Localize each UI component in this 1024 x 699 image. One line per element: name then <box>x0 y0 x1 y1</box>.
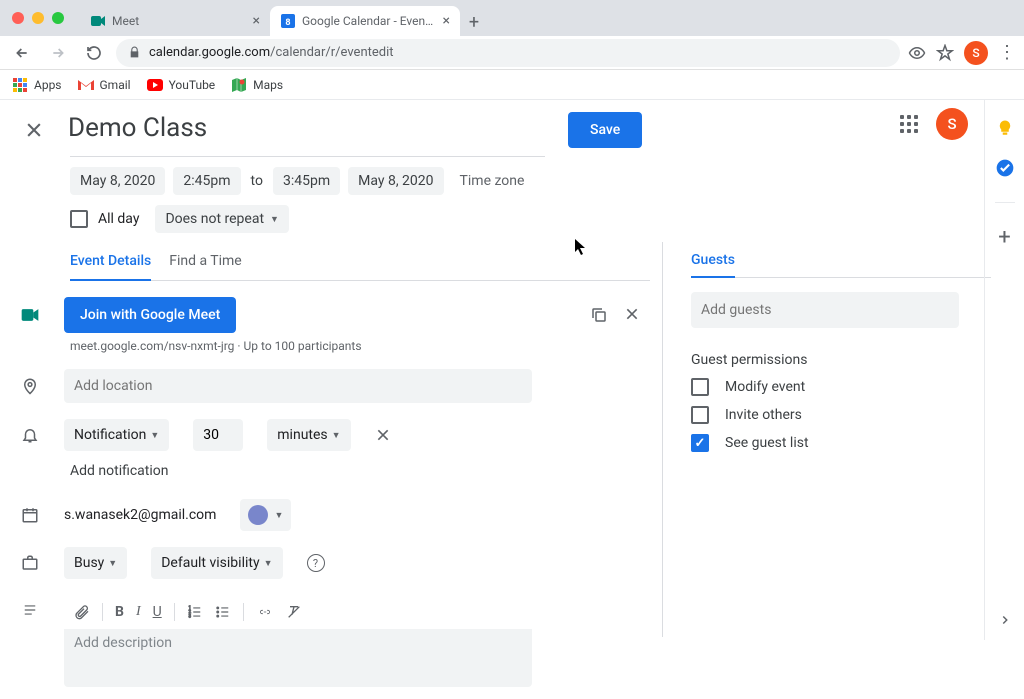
color-swatch <box>248 505 268 525</box>
tab-find-a-time[interactable]: Find a Time <box>169 253 242 280</box>
lock-icon <box>128 46 141 59</box>
maps-icon <box>231 77 247 93</box>
bookmark-apps[interactable]: Apps <box>12 77 62 93</box>
description-placeholder: Add description <box>64 629 532 657</box>
add-notification-link[interactable]: Add notification <box>70 463 650 479</box>
remove-notification-icon[interactable] <box>375 427 391 443</box>
visibility-select[interactable]: Default visibility▼ <box>151 547 282 579</box>
copy-link-icon[interactable] <box>590 306 608 324</box>
perm-see-label: See guest list <box>725 435 809 451</box>
timezone-link[interactable]: Time zone <box>460 173 525 189</box>
start-time-field[interactable]: 2:45pm <box>173 167 240 195</box>
addons-plus-icon[interactable]: + <box>995 227 1015 247</box>
nav-reload[interactable] <box>80 39 108 67</box>
browser-tab-strip: Meet × 8 Google Calendar - Event detai ×… <box>0 0 1024 36</box>
youtube-icon <box>147 77 163 93</box>
bullet-list-icon[interactable] <box>215 605 231 619</box>
meet-icon <box>20 305 40 325</box>
start-date-field[interactable]: May 8, 2020 <box>70 167 165 195</box>
guest-permissions-title: Guest permissions <box>691 352 991 368</box>
bold-icon[interactable]: B <box>115 604 124 620</box>
notification-type-select[interactable]: Notification▼ <box>64 419 169 451</box>
clear-format-icon[interactable] <box>286 604 302 620</box>
gmail-icon <box>78 77 94 93</box>
calendar-email: s.wanasek2@gmail.com <box>64 507 216 523</box>
save-button[interactable]: Save <box>568 112 642 148</box>
availability-select[interactable]: Busy▼ <box>64 547 127 579</box>
location-icon <box>20 376 40 396</box>
tab-close[interactable]: × <box>253 13 260 29</box>
calendar-icon <box>20 506 40 524</box>
svg-text:3: 3 <box>188 613 191 618</box>
tab-title: Google Calendar - Event detai <box>302 14 437 28</box>
side-panel: + <box>984 100 1024 640</box>
add-guests-input[interactable] <box>691 292 959 328</box>
bookmarks-bar: Apps Gmail YouTube Maps <box>0 70 1024 100</box>
tab-guests[interactable]: Guests <box>691 252 735 278</box>
meet-link-info: meet.google.com/nsv-nxmt-jrg · Up to 100… <box>70 339 650 353</box>
attach-icon[interactable] <box>74 603 90 621</box>
location-input[interactable] <box>64 369 532 403</box>
window-close[interactable] <box>12 12 24 24</box>
description-area[interactable]: B I U 123 Add description <box>64 595 532 687</box>
perm-invite-label: Invite others <box>725 407 802 423</box>
end-time-field[interactable]: 3:45pm <box>273 167 340 195</box>
to-label: to <box>249 173 265 189</box>
calendar-favicon: 8 <box>280 13 296 29</box>
svg-text:8: 8 <box>285 18 290 28</box>
eye-icon[interactable] <box>908 44 926 62</box>
perm-invite-checkbox[interactable] <box>691 406 709 424</box>
star-icon[interactable] <box>936 44 954 62</box>
notification-unit-select[interactable]: minutes▼ <box>267 419 350 451</box>
window-minimize[interactable] <box>32 12 44 24</box>
nav-forward[interactable] <box>44 39 72 67</box>
notification-amount-input[interactable] <box>193 419 243 451</box>
browser-tab-calendar[interactable]: 8 Google Calendar - Event detai × <box>270 6 460 36</box>
allday-checkbox[interactable] <box>70 210 88 228</box>
nav-back[interactable] <box>8 39 36 67</box>
close-editor-button[interactable] <box>20 116 48 144</box>
notification-icon <box>20 425 40 445</box>
tasks-icon[interactable] <box>995 158 1015 178</box>
perm-modify-checkbox[interactable] <box>691 378 709 396</box>
calendar-color-select[interactable]: ▼ <box>240 499 291 531</box>
tab-title: Meet <box>112 14 247 28</box>
description-toolbar: B I U 123 <box>64 595 532 629</box>
allday-label: All day <box>98 211 139 227</box>
vertical-divider <box>662 242 663 637</box>
bookmark-maps[interactable]: Maps <box>231 77 283 93</box>
window-maximize[interactable] <box>52 12 64 24</box>
join-meet-button[interactable]: Join with Google Meet <box>64 297 236 333</box>
tab-event-details[interactable]: Event Details <box>70 253 151 281</box>
recurrence-select[interactable]: Does not repeat▼ <box>155 205 289 233</box>
apps-icon <box>12 77 28 93</box>
end-date-field[interactable]: May 8, 2020 <box>348 167 443 195</box>
tab-close[interactable]: × <box>443 13 450 29</box>
link-icon[interactable] <box>256 607 274 617</box>
window-controls <box>8 12 64 24</box>
remove-meet-icon[interactable] <box>624 306 640 324</box>
collapse-panel-icon[interactable] <box>995 610 1015 630</box>
bookmark-gmail[interactable]: Gmail <box>78 77 131 93</box>
perm-modify-label: Modify event <box>725 379 805 395</box>
bookmark-youtube[interactable]: YouTube <box>147 77 216 93</box>
address-bar-row: calendar.google.com/calendar/r/eventedit… <box>0 36 1024 70</box>
underline-icon[interactable]: U <box>153 604 162 620</box>
keep-icon[interactable] <box>995 118 1015 138</box>
browser-tab-meet[interactable]: Meet × <box>80 6 270 36</box>
kebab-menu-icon[interactable]: ⋮ <box>998 49 1016 56</box>
profile-avatar[interactable]: S <box>964 41 988 65</box>
italic-icon[interactable]: I <box>136 604 141 620</box>
numbered-list-icon[interactable]: 123 <box>187 605 203 619</box>
perm-see-checkbox[interactable] <box>691 434 709 452</box>
event-title-input[interactable] <box>68 113 488 148</box>
new-tab-button[interactable]: + <box>460 8 488 36</box>
meet-favicon <box>90 13 106 29</box>
help-icon[interactable]: ? <box>307 554 325 572</box>
url-host: calendar.google.com/calendar/r/eventedit <box>149 45 394 60</box>
briefcase-icon <box>20 554 40 572</box>
address-bar[interactable]: calendar.google.com/calendar/r/eventedit <box>116 39 900 67</box>
description-icon <box>20 603 40 617</box>
